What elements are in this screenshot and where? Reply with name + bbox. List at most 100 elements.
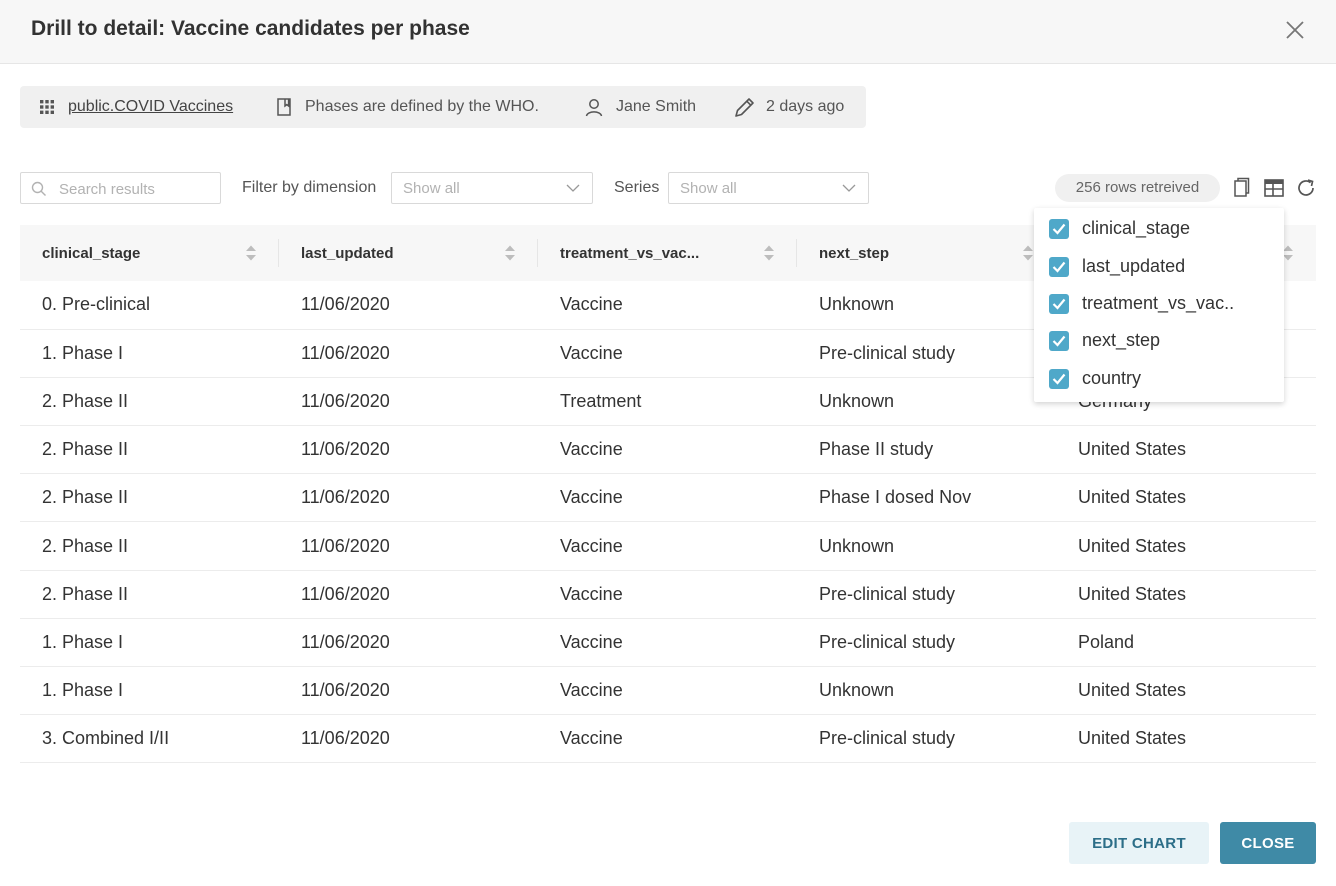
table-row: 2. Phase II 11/06/2020 Vaccine Unknown Unite… <box>20 521 1316 571</box>
table-cell: 11/06/2020 <box>279 714 538 764</box>
table-cell: 1. Phase I <box>20 618 279 668</box>
table-cell: 2. Phase II <box>20 473 279 523</box>
table-cell: Unknown <box>797 281 1056 330</box>
refresh-icon[interactable] <box>1295 177 1317 199</box>
column-option-treatment-vs-vaccine[interactable]: treatment_vs_vac.. <box>1034 285 1284 321</box>
table-cell: 1. Phase I <box>20 329 279 378</box>
checkbox[interactable] <box>1049 219 1069 239</box>
check-icon <box>1052 335 1066 347</box>
table-cell: 2. Phase II <box>20 521 279 571</box>
table-cell: 11/06/2020 <box>279 377 538 427</box>
rows-count-badge: 256 rows retreived <box>1055 174 1220 202</box>
column-option-next-step[interactable]: next_step <box>1034 322 1284 358</box>
table-cell: Vaccine <box>538 714 797 764</box>
table-cell: Vaccine <box>538 281 797 330</box>
table-cell: Unknown <box>797 666 1056 716</box>
sort-icon[interactable] <box>504 244 516 262</box>
grid-icon <box>40 100 54 114</box>
sort-icon[interactable] <box>245 244 257 262</box>
table-cell: 2. Phase II <box>20 570 279 619</box>
table-cell: Unknown <box>797 521 1056 571</box>
table-cell: United States <box>1056 570 1316 619</box>
table-cell: 11/06/2020 <box>279 666 538 716</box>
user-icon <box>585 99 603 117</box>
column-header-clinical-stage[interactable]: clinical_stage <box>20 225 279 281</box>
table-cell: 11/06/2020 <box>279 329 538 378</box>
column-header-next-step[interactable]: next_step <box>797 225 1056 281</box>
column-option-clinical-stage[interactable]: clinical_stage <box>1034 210 1284 246</box>
modal-title: Drill to detail: Vaccine candidates per … <box>31 17 470 40</box>
series-select-value: Show all <box>680 180 737 197</box>
checkbox[interactable] <box>1049 257 1069 277</box>
chevron-down-icon <box>842 184 856 192</box>
column-option-country[interactable]: country <box>1034 360 1284 396</box>
table-row: 2. Phase II 11/06/2020 Vaccine Phase II stu… <box>20 425 1316 475</box>
table-cell: Pre-clinical study <box>797 570 1056 619</box>
table-cell: 11/06/2020 <box>279 425 538 475</box>
table-cell: 3. Combined I/II <box>20 714 279 764</box>
column-option-last-updated[interactable]: last_updated <box>1034 248 1284 284</box>
close-button[interactable]: CLOSE <box>1220 822 1316 864</box>
table-cell: Vaccine <box>538 618 797 668</box>
copy-icon[interactable] <box>1231 177 1253 199</box>
checkbox[interactable] <box>1049 294 1069 314</box>
dataset-description: Phases are defined by the WHO. <box>305 98 539 115</box>
check-icon <box>1052 298 1066 310</box>
table-row: 1. Phase I 11/06/2020 Vaccine Pre-clinical … <box>20 618 1316 668</box>
table-cell: 0. Pre-clinical <box>20 281 279 330</box>
table-cell: United States <box>1056 666 1316 716</box>
check-icon <box>1052 373 1066 385</box>
dataset-link[interactable]: public.COVID Vaccines <box>68 98 233 116</box>
sort-icon[interactable] <box>763 244 775 262</box>
table-cell: Vaccine <box>538 521 797 571</box>
table-cell: Phase I dosed Nov <box>797 473 1056 523</box>
table-cell: Pre-clinical study <box>797 618 1056 668</box>
table-cell: United States <box>1056 473 1316 523</box>
table-cell: Vaccine <box>538 666 797 716</box>
table-row: 2. Phase II 11/06/2020 Vaccine Pre-clinical… <box>20 570 1316 619</box>
checkbox[interactable] <box>1049 331 1069 351</box>
search-input[interactable] <box>59 179 217 199</box>
series-label: Series <box>614 179 660 196</box>
checkbox[interactable] <box>1049 369 1069 389</box>
edit-chart-button[interactable]: EDIT CHART <box>1069 822 1209 864</box>
table-cell: Treatment <box>538 377 797 427</box>
table-cell: 11/06/2020 <box>279 473 538 523</box>
table-cell: Vaccine <box>538 570 797 619</box>
search-icon <box>31 181 46 196</box>
modal-header: Drill to detail: Vaccine candidates per … <box>0 0 1336 64</box>
metadata-bar: public.COVID Vaccines Phases are defined… <box>20 86 866 128</box>
table-cell: 11/06/2020 <box>279 570 538 619</box>
chevron-down-icon <box>566 184 580 192</box>
bookmark-icon <box>277 98 291 116</box>
table-cell: 2. Phase II <box>20 377 279 427</box>
table-cell: United States <box>1056 521 1316 571</box>
table-row: 3. Combined I/II 11/06/2020 Vaccine Pre-cli… <box>20 714 1316 764</box>
sort-icon[interactable] <box>1022 244 1034 262</box>
filter-select[interactable]: Show all <box>391 172 593 204</box>
column-header-treatment-vs-vaccine[interactable]: treatment_vs_vac... <box>538 225 797 281</box>
table-cell: Unknown <box>797 377 1056 427</box>
table-cell: Vaccine <box>538 425 797 475</box>
close-icon[interactable] <box>1284 19 1306 41</box>
check-icon <box>1052 223 1066 235</box>
table-cell: Poland <box>1056 618 1316 668</box>
check-icon <box>1052 261 1066 273</box>
table-columns-icon[interactable] <box>1263 177 1285 199</box>
series-select[interactable]: Show all <box>668 172 869 204</box>
table-cell: 2. Phase II <box>20 425 279 475</box>
column-header-last-updated[interactable]: last_updated <box>279 225 538 281</box>
table-cell: Vaccine <box>538 329 797 378</box>
table-cell: 11/06/2020 <box>279 618 538 668</box>
table-cell: Phase II study <box>797 425 1056 475</box>
search-box <box>20 172 221 204</box>
table-row: 1. Phase I 11/06/2020 Vaccine Unknown United… <box>20 666 1316 716</box>
filter-select-value: Show all <box>403 180 460 197</box>
table-cell: 11/06/2020 <box>279 521 538 571</box>
modified-time: 2 days ago <box>766 98 845 115</box>
table-cell: Pre-clinical study <box>797 329 1056 378</box>
table-cell: 1. Phase I <box>20 666 279 716</box>
table-row: 2. Phase II 11/06/2020 Vaccine Phase I dose… <box>20 473 1316 523</box>
table-cell: Pre-clinical study <box>797 714 1056 764</box>
column-picker-dropdown: clinical_stage last_updated treatment_vs… <box>1034 208 1284 402</box>
